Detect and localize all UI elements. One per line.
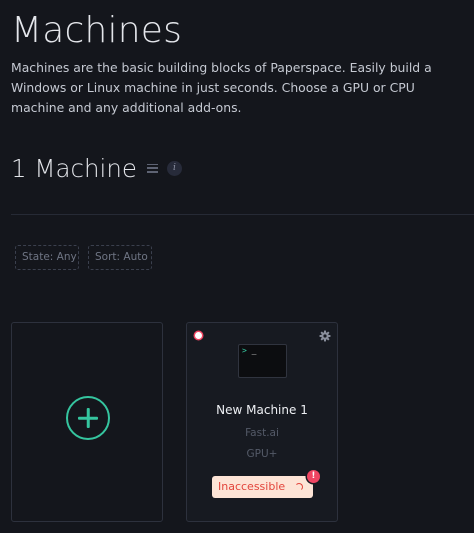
- page-title: Machines: [11, 10, 183, 51]
- machine-type: GPU+: [246, 448, 278, 460]
- machine-card[interactable]: > _ New Machine 1 Fast.ai GPU+ Inaccessi…: [186, 322, 338, 522]
- prompt-cursor: _: [251, 346, 257, 355]
- machine-template: Fast.ai: [245, 427, 279, 439]
- machine-name[interactable]: New Machine 1: [187, 403, 337, 417]
- info-icon[interactable]: i: [166, 160, 182, 176]
- sort-filter[interactable]: Sort: Auto: [88, 245, 152, 270]
- machine-status-button[interactable]: Inaccessible: [212, 476, 313, 498]
- create-machine-card[interactable]: [11, 322, 163, 522]
- terminal-prompt: > _: [242, 346, 256, 356]
- page-description: Machines are the basic building blocks o…: [11, 60, 432, 115]
- state-filter[interactable]: State: Any: [15, 245, 79, 270]
- machine-count-row: 1 Machine i: [11, 150, 182, 186]
- section-divider: [11, 214, 474, 215]
- machine-thumbnail[interactable]: > _: [238, 344, 287, 378]
- gear-icon[interactable]: [319, 330, 331, 342]
- alert-badge: !: [307, 470, 320, 483]
- status-dot-icon: [195, 332, 202, 339]
- plus-circle-icon[interactable]: [66, 396, 110, 440]
- list-view-icon[interactable]: [146, 163, 158, 173]
- spinner-icon: [295, 483, 303, 491]
- machine-count: 1 Machine: [11, 153, 137, 183]
- prompt-caret: >: [242, 346, 247, 355]
- machine-status-label: Inaccessible: [218, 480, 286, 493]
